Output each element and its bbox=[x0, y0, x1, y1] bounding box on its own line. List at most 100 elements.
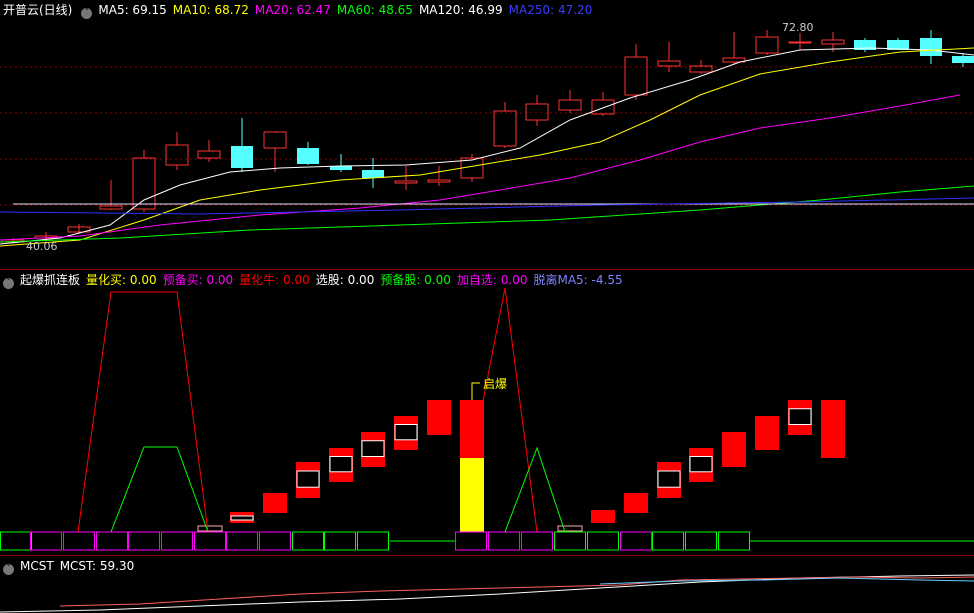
status-cell bbox=[63, 531, 95, 551]
yellow-bar bbox=[460, 458, 484, 532]
status-cell bbox=[554, 531, 586, 551]
candle-down bbox=[920, 38, 942, 56]
candle-down bbox=[231, 146, 253, 168]
candle-up bbox=[132, 157, 156, 210]
ma250-label: MA250: 47.20 bbox=[508, 3, 593, 17]
signal-bar bbox=[263, 493, 287, 513]
status-cell bbox=[194, 531, 226, 551]
candlestick-chart[interactable] bbox=[0, 0, 974, 269]
annotation-pointer bbox=[471, 382, 480, 400]
indicator-deviation: 脱离MA5: -4.55 bbox=[533, 273, 623, 287]
indicator-header: ˅ 起爆抓连板 量化买: 0.00 预备买: 0.00 量化牛: 0.00 选股: 0.0… bbox=[0, 270, 974, 290]
indicator-prestock: 预备股: 0.00 bbox=[380, 273, 451, 287]
signal-box bbox=[657, 470, 681, 488]
status-cell bbox=[587, 531, 619, 551]
candle-up bbox=[525, 103, 549, 121]
mcst-header: ˅ MCST MCST: 59.30 bbox=[0, 556, 974, 576]
green-signal-line bbox=[110, 446, 209, 533]
main-chart-header: 开普云(日线) ˅ MA5: 69.15 MA10: 68.72 MA20: 62.47… bbox=[0, 0, 974, 20]
candle-up bbox=[558, 99, 582, 111]
high-price-label: 72.80 bbox=[782, 21, 814, 34]
ma250-line bbox=[0, 197, 974, 215]
status-cell bbox=[259, 531, 291, 551]
signal-bar bbox=[591, 510, 615, 523]
status-cell bbox=[521, 531, 553, 551]
mcst-collapse-icon[interactable]: ˅ bbox=[3, 564, 14, 575]
mcst-price-line bbox=[59, 576, 974, 607]
status-cell bbox=[455, 531, 487, 551]
mcst-value: MCST: 59.30 bbox=[59, 559, 135, 573]
signal-box bbox=[689, 456, 713, 473]
candle-up bbox=[197, 150, 221, 159]
candle-up bbox=[165, 144, 189, 166]
status-cell bbox=[226, 531, 258, 551]
candle-up bbox=[788, 41, 812, 44]
signal-bar bbox=[427, 400, 451, 435]
indicator-buy: 量化买: 0.00 bbox=[86, 273, 157, 287]
indicator-select: 选股: 0.00 bbox=[315, 273, 375, 287]
candle-up bbox=[99, 205, 123, 210]
status-cell bbox=[324, 531, 356, 551]
ma5-label: MA5: 69.15 bbox=[98, 3, 167, 17]
signal-bar bbox=[624, 493, 648, 513]
candle-up bbox=[493, 110, 517, 147]
signal-bar bbox=[722, 432, 746, 467]
ma5-line bbox=[0, 47, 974, 245]
status-cell bbox=[30, 531, 62, 551]
signal-bar bbox=[460, 400, 484, 458]
candle-down bbox=[362, 170, 384, 178]
status-cell bbox=[685, 531, 717, 551]
candle-up bbox=[394, 180, 418, 184]
stock-title: 开普云(日线) bbox=[3, 3, 73, 17]
signal-box bbox=[230, 515, 254, 521]
ma60-label: MA60: 48.65 bbox=[336, 3, 413, 17]
status-cell bbox=[620, 531, 652, 551]
ma20-line bbox=[0, 94, 961, 241]
mcst-line bbox=[0, 574, 974, 613]
annotation-label: 启爆 bbox=[483, 377, 508, 391]
indicator-panel[interactable]: ˅ 起爆抓连板 量化买: 0.00 预备买: 0.00 量化牛: 0.00 选股: 0.0… bbox=[0, 270, 974, 555]
mcst-aux-line bbox=[599, 577, 974, 585]
small-marker bbox=[557, 525, 583, 532]
ma60-line bbox=[0, 185, 974, 243]
indicator-prebuy: 预备买: 0.00 bbox=[162, 273, 234, 287]
status-cell bbox=[128, 531, 160, 551]
main-chart-panel[interactable]: 开普云(日线) ˅ MA5: 69.15 MA10: 68.72 MA20: 62.47… bbox=[0, 0, 974, 269]
indicator-bull: 量化牛: 0.00 bbox=[239, 273, 310, 287]
indicator-title: 起爆抓连板 bbox=[20, 273, 81, 287]
signal-box bbox=[296, 470, 320, 488]
signal-bar bbox=[755, 416, 779, 450]
candle-down bbox=[297, 148, 319, 164]
low-price-label: 40.06 bbox=[26, 240, 58, 253]
indicator-addwatch: 加自选: 0.00 bbox=[456, 273, 528, 287]
ma120-label: MA120: 46.99 bbox=[418, 3, 503, 17]
status-cell bbox=[357, 531, 389, 551]
candle-up bbox=[755, 36, 779, 54]
signal-bar bbox=[821, 400, 845, 458]
candle-down bbox=[952, 56, 974, 63]
candle-up bbox=[657, 60, 681, 67]
indicator-collapse-icon[interactable]: ˅ bbox=[3, 278, 14, 289]
ma10-line bbox=[0, 47, 974, 247]
signal-box bbox=[788, 408, 812, 425]
status-cell bbox=[718, 531, 750, 551]
small-marker bbox=[197, 525, 223, 532]
panel-collapse-icon[interactable]: ˅ bbox=[81, 8, 93, 19]
status-cell bbox=[161, 531, 193, 551]
status-cell bbox=[96, 531, 128, 551]
candle-up bbox=[624, 56, 648, 96]
signal-box bbox=[329, 456, 353, 473]
status-cell bbox=[488, 531, 520, 551]
ma10-label: MA10: 68.72 bbox=[172, 3, 249, 17]
signal-box bbox=[361, 440, 385, 457]
candle-up bbox=[591, 99, 615, 115]
mcst-title: MCST bbox=[20, 559, 54, 573]
indicator-chart[interactable] bbox=[0, 270, 974, 555]
mcst-panel[interactable]: ˅ MCST MCST: 59.30 bbox=[0, 556, 974, 613]
red-signal-line bbox=[77, 291, 209, 533]
status-cell bbox=[652, 531, 684, 551]
candle-up bbox=[263, 131, 287, 149]
candle-up bbox=[821, 39, 845, 45]
ma20-label: MA20: 62.47 bbox=[254, 3, 331, 17]
candle-up bbox=[427, 179, 451, 183]
